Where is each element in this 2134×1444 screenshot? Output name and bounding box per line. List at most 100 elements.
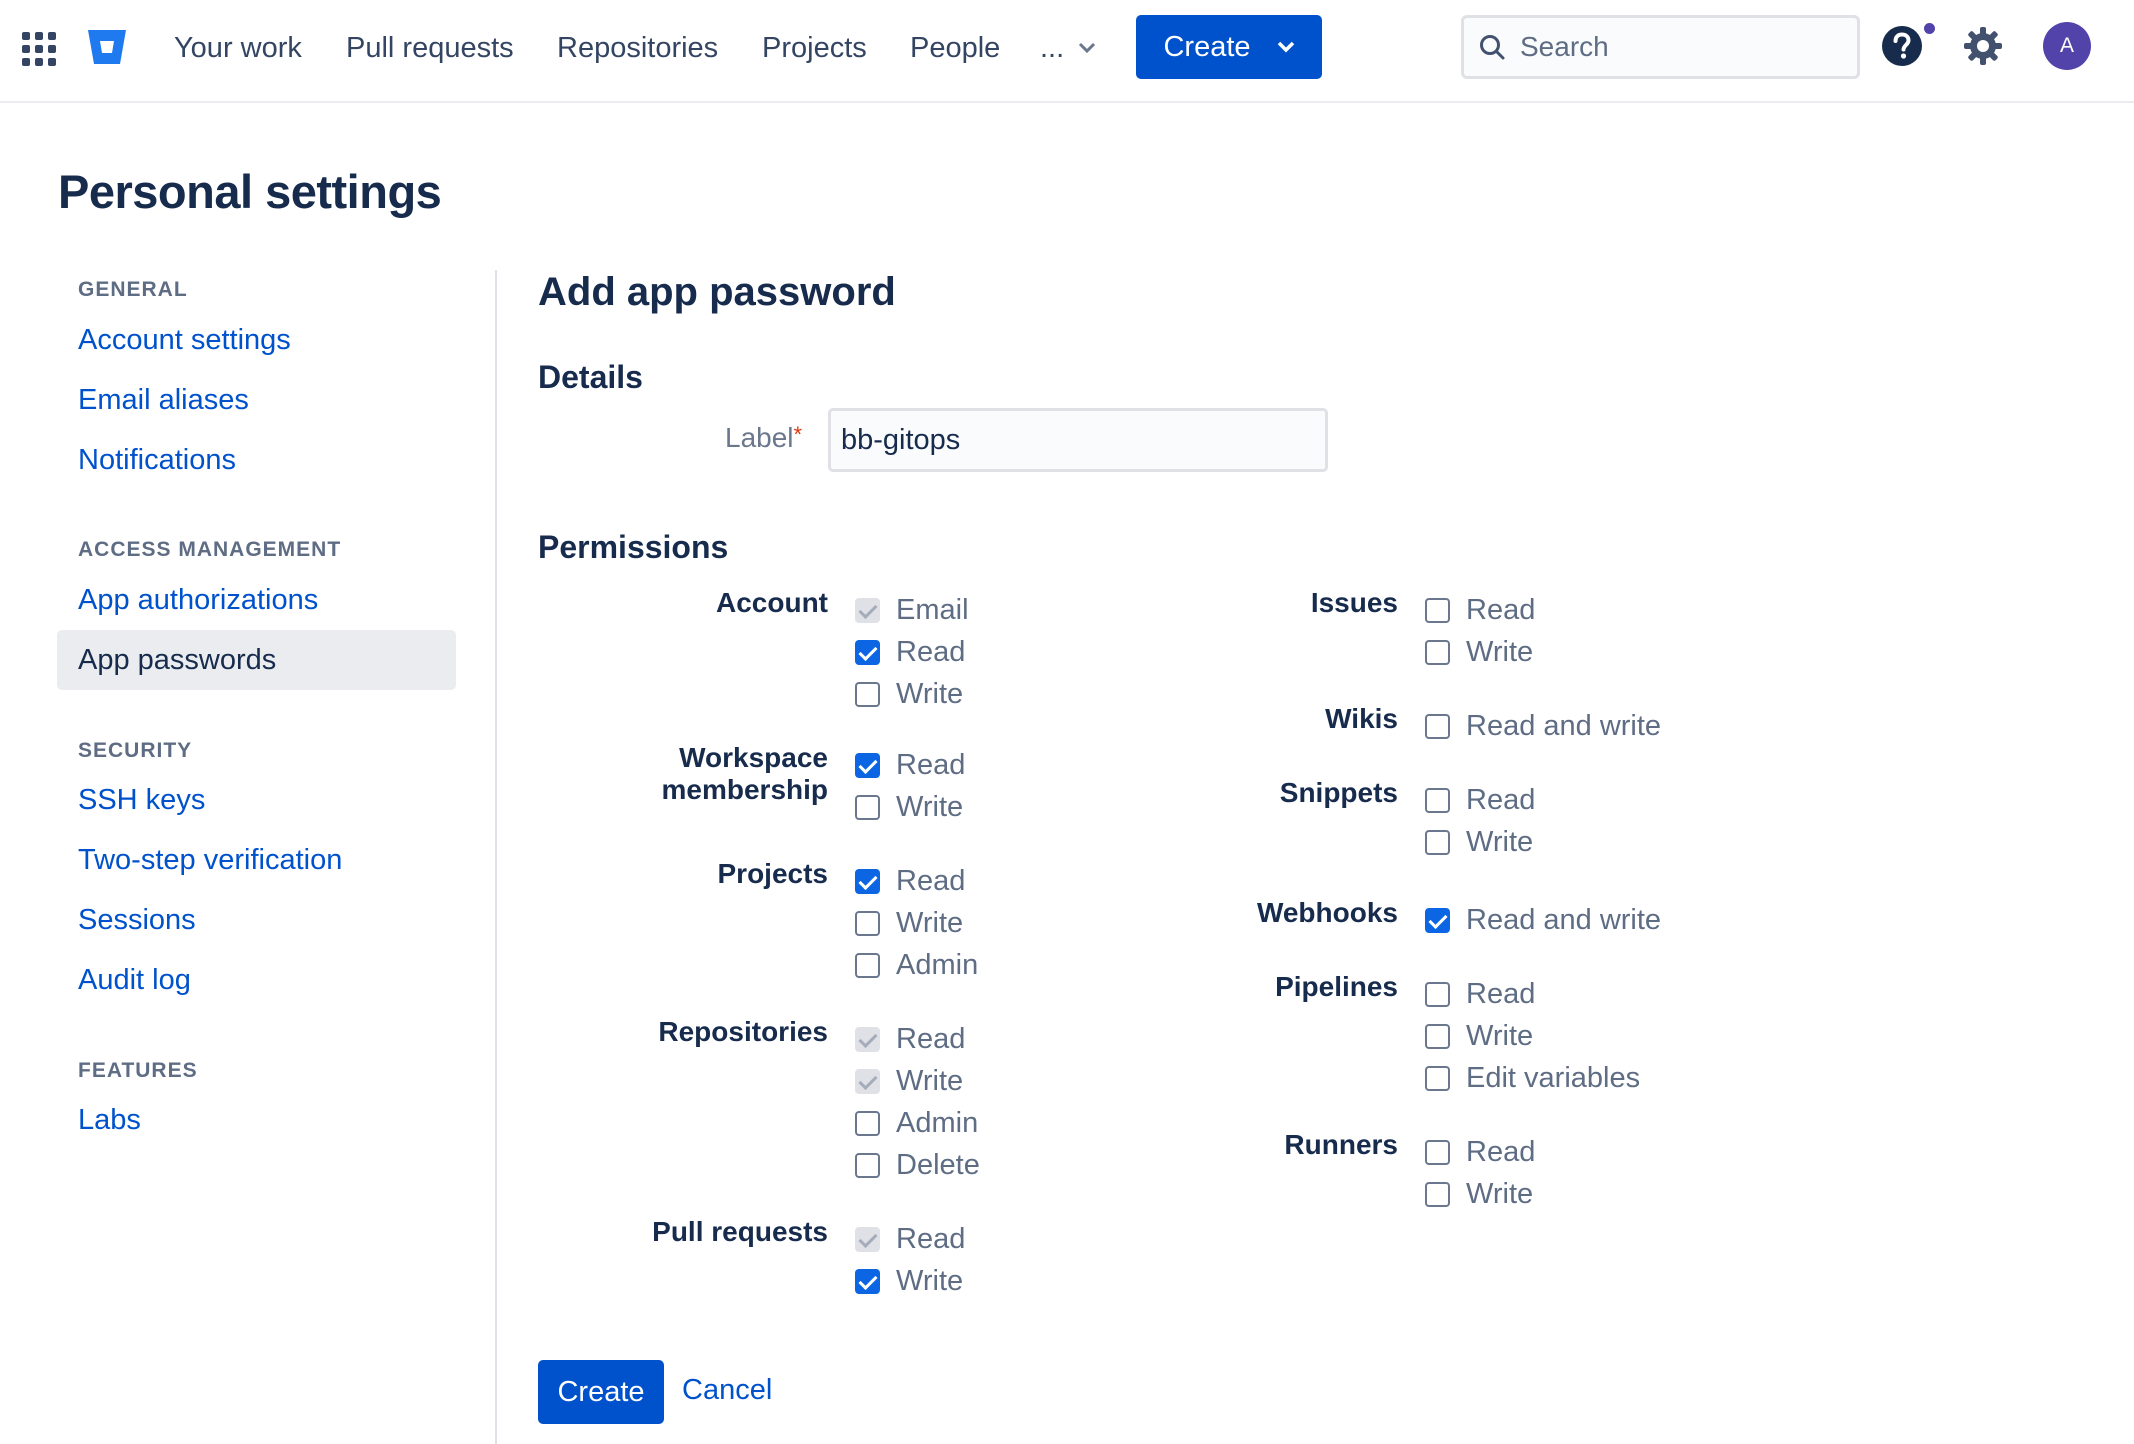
create-password-button[interactable]: Create <box>538 1360 664 1424</box>
repositories-delete-checkbox[interactable] <box>855 1152 880 1178</box>
issues-read-checkbox[interactable] <box>1425 597 1450 623</box>
permission-option-label: Write <box>1466 826 1534 858</box>
label-input[interactable] <box>828 408 1328 472</box>
permission-group-pipelines: Pipelines <box>1275 971 1398 1002</box>
wikis-read-and-write-checkbox[interactable] <box>1425 713 1450 739</box>
permission-group-repositories: Repositories <box>658 1016 828 1047</box>
app-switcher-icon[interactable] <box>22 32 56 66</box>
snippets-write-checkbox[interactable] <box>1425 829 1450 855</box>
label-field-text: Label <box>725 422 794 453</box>
permission-group-wikis: Wikis <box>1325 703 1398 734</box>
pull-requests-write-option[interactable]: Write <box>855 1260 963 1302</box>
pipelines-read-option[interactable]: Read <box>1425 973 1535 1015</box>
permission-group-issues: Issues <box>1310 587 1398 618</box>
gear-icon[interactable] <box>1961 24 2005 68</box>
sidebar-item-account-settings[interactable]: Account settings <box>78 321 291 359</box>
issues-write-option[interactable]: Write <box>1425 631 1533 673</box>
permission-option-label: Read <box>896 865 966 897</box>
sidebar-item-labs[interactable]: Labs <box>78 1101 141 1139</box>
account-write-checkbox[interactable] <box>855 681 880 707</box>
search-field[interactable] <box>1461 15 1860 79</box>
nav-projects[interactable]: Projects <box>762 28 867 68</box>
permission-option-label: Admin <box>896 949 979 981</box>
snippets-read-option[interactable]: Read <box>1425 779 1535 821</box>
permission-option-label: Read <box>896 1023 966 1055</box>
pipelines-read-checkbox[interactable] <box>1425 981 1450 1007</box>
pipelines-write-option[interactable]: Write <box>1425 1015 1533 1057</box>
page-title: Personal settings <box>58 165 442 218</box>
workspace-membership-read-option[interactable]: Read <box>855 744 965 786</box>
permission-option-label: Read and write <box>1466 904 1662 936</box>
sidebar-item-audit-log[interactable]: Audit log <box>78 961 191 999</box>
sidebar-item-sessions[interactable]: Sessions <box>78 901 196 939</box>
workspace-membership-write-checkbox[interactable] <box>855 794 880 820</box>
sidebar-item-ssh-keys[interactable]: SSH keys <box>78 781 205 819</box>
nav-people[interactable]: People <box>910 28 1000 68</box>
help-icon[interactable] <box>1880 24 1924 68</box>
permission-option-label: Write <box>896 1265 964 1297</box>
sidebar-item-app-authorizations[interactable]: App authorizations <box>78 581 318 619</box>
runners-write-checkbox[interactable] <box>1425 1181 1450 1207</box>
permissions-heading: Permissions <box>538 529 729 565</box>
permission-option-label: Admin <box>896 1107 979 1139</box>
runners-read-option[interactable]: Read <box>1425 1131 1535 1173</box>
repositories-admin-checkbox[interactable] <box>855 1110 880 1136</box>
runners-read-checkbox[interactable] <box>1425 1139 1450 1165</box>
sidebar-item-notifications[interactable]: Notifications <box>78 441 236 479</box>
projects-read-option[interactable]: Read <box>855 860 965 902</box>
bitbucket-logo-icon[interactable] <box>86 27 128 67</box>
permission-option-label: Read <box>1466 1136 1536 1168</box>
projects-write-checkbox[interactable] <box>855 910 880 936</box>
permission-option-label: Write <box>896 678 964 710</box>
pipelines-write-checkbox[interactable] <box>1425 1023 1450 1049</box>
runners-write-option[interactable]: Write <box>1425 1173 1533 1215</box>
permission-option-label: Delete <box>896 1149 980 1181</box>
cancel-button[interactable]: Cancel <box>682 1374 772 1407</box>
pipelines-edit-variables-option[interactable]: Edit variables <box>1425 1057 1640 1099</box>
nav-your-work[interactable]: Your work <box>174 28 302 68</box>
sidebar-item-app-passwords[interactable]: App passwords <box>57 630 456 690</box>
issues-read-option[interactable]: Read <box>1425 589 1535 631</box>
repositories-admin-option[interactable]: Admin <box>855 1102 978 1144</box>
webhooks-read-and-write-option[interactable]: Read and write <box>1425 899 1661 941</box>
sidebar-item-two-step-verification[interactable]: Two-step verification <box>78 841 342 879</box>
top-navigation: Your work Pull requests Repositories Pro… <box>0 0 2134 103</box>
permission-option-label: Read <box>1466 784 1536 816</box>
permission-option-label: Read <box>896 636 966 668</box>
search-input[interactable] <box>1520 31 1840 63</box>
pull-requests-write-checkbox[interactable] <box>855 1268 880 1294</box>
account-email-option: Email <box>855 589 969 631</box>
permission-group-projects: Projects <box>717 858 829 889</box>
projects-read-checkbox[interactable] <box>855 868 880 894</box>
sidebar-heading-features: FEATURES <box>78 1059 198 1082</box>
sidebar-divider <box>495 270 497 1444</box>
permission-option-label: Write <box>896 1065 964 1097</box>
create-button[interactable]: Create <box>1136 15 1322 79</box>
projects-admin-option[interactable]: Admin <box>855 944 978 986</box>
nav-pull-requests[interactable]: Pull requests <box>346 28 514 68</box>
account-write-option[interactable]: Write <box>855 673 963 715</box>
pipelines-edit-variables-checkbox[interactable] <box>1425 1065 1450 1091</box>
sidebar-item-label: App passwords <box>78 644 277 676</box>
workspace-membership-write-option[interactable]: Write <box>855 786 963 828</box>
workspace-membership-read-checkbox[interactable] <box>855 752 880 778</box>
snippets-read-checkbox[interactable] <box>1425 787 1450 813</box>
repositories-write-checkbox <box>855 1068 880 1094</box>
create-button-label: Create <box>1163 30 1251 63</box>
form-title: Add app password <box>538 270 896 314</box>
chevron-down-icon <box>1079 42 1096 54</box>
account-read-checkbox[interactable] <box>855 639 880 665</box>
projects-admin-checkbox[interactable] <box>855 952 880 978</box>
snippets-write-option[interactable]: Write <box>1425 821 1533 863</box>
webhooks-read-and-write-checkbox[interactable] <box>1425 907 1450 933</box>
nav-more-menu[interactable]: ... <box>1040 28 1096 68</box>
avatar[interactable]: A <box>2043 22 2091 70</box>
repositories-delete-option[interactable]: Delete <box>855 1144 980 1186</box>
wikis-read-and-write-option[interactable]: Read and write <box>1425 705 1661 747</box>
sidebar-item-email-aliases[interactable]: Email aliases <box>78 381 249 419</box>
projects-write-option[interactable]: Write <box>855 902 963 944</box>
account-read-option[interactable]: Read <box>855 631 965 673</box>
permission-option-label: Write <box>1466 1020 1534 1052</box>
issues-write-checkbox[interactable] <box>1425 639 1450 665</box>
nav-repositories[interactable]: Repositories <box>557 28 718 68</box>
